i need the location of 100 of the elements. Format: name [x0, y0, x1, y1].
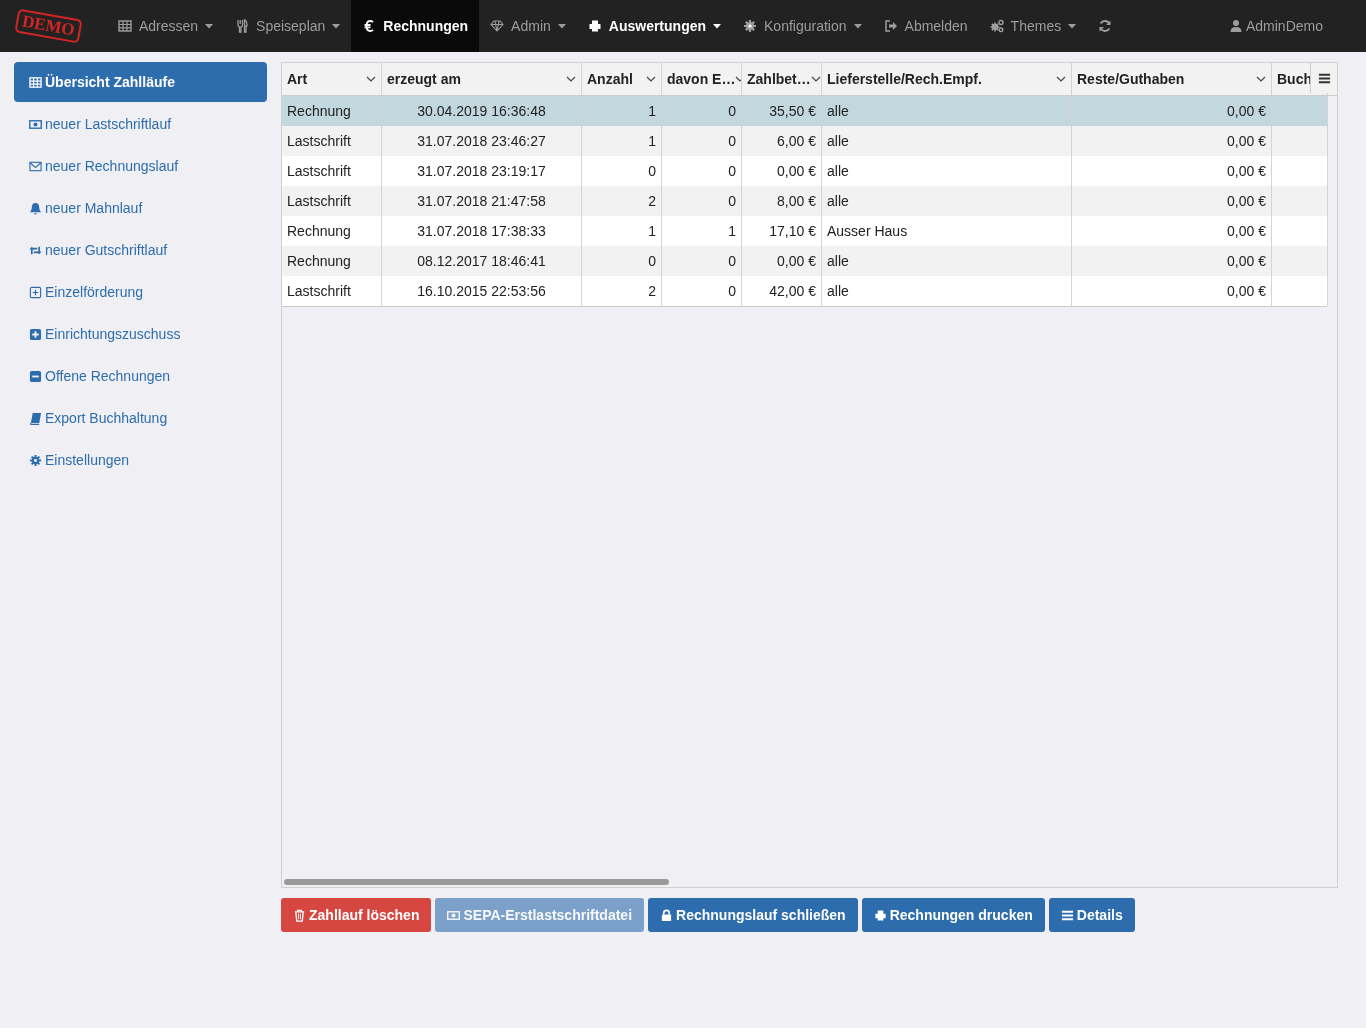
gears-icon: [989, 19, 1004, 33]
table-cell: 0,00 €: [777, 163, 816, 179]
demo-logo: DEMO: [14, 8, 83, 44]
table-row[interactable]: Lastschrift 31.07.2018 23:19:17 0 0 0,00 € alle 0,00 €: [282, 156, 1327, 186]
nav-menu-item[interactable]: Admin: [479, 0, 577, 52]
nav-menu-item[interactable]: Rechnungen: [351, 0, 480, 52]
nav-menu-item[interactable]: Adressen: [106, 0, 225, 52]
chevron-down-icon: [810, 76, 821, 82]
column-header[interactable]: Lieferstelle/Rech.Empf.: [822, 63, 1072, 95]
table-cell: 0: [728, 253, 736, 269]
table-cell: 2: [648, 193, 656, 209]
table-cell: 08.12.2017 18:46:41: [417, 253, 546, 269]
chevron-down-icon: [646, 76, 656, 82]
table-cell: 1: [648, 103, 656, 119]
table-cell: 17,10 €: [769, 223, 816, 239]
table-cell: 0: [728, 103, 736, 119]
table-cell: alle: [827, 283, 849, 299]
table-cell: 0: [648, 253, 656, 269]
table-cell: Rechnung: [287, 253, 351, 269]
table-cell: 31.07.2018 17:38:33: [417, 223, 546, 239]
table-cell: 0,00 €: [1227, 253, 1266, 269]
bell-icon: [29, 201, 42, 215]
sidebar-item[interactable]: Offene Rechnungen: [14, 356, 267, 396]
diamond-icon: [490, 19, 505, 33]
table-cell: 0,00 €: [1227, 103, 1266, 119]
nav-menu-item[interactable]: Abmelden: [872, 0, 979, 52]
nav-menu-item[interactable]: Themes: [978, 0, 1088, 52]
sidebar-item[interactable]: neuer Gutschriftlauf: [14, 230, 267, 270]
horizontal-scrollbar[interactable]: [284, 879, 669, 885]
table-cell: Rechnung: [287, 223, 351, 239]
nav-menu-item[interactable]: Konfiguration: [732, 0, 873, 52]
menu-icon: [1060, 908, 1074, 922]
table-cell: 16.10.2015 22:53:56: [417, 283, 546, 299]
column-header[interactable]: Art: [282, 63, 382, 95]
settings-icon: [743, 19, 758, 33]
banknote-icon: [29, 117, 42, 131]
plus-square-icon: [29, 327, 42, 341]
nav-menu-item[interactable]: AdminDemo: [1217, 0, 1334, 52]
minus-square-icon: [29, 369, 42, 383]
sidebar-item[interactable]: Einrichtungszuschuss: [14, 314, 267, 354]
table-cell: alle: [827, 253, 849, 269]
sidebar-item[interactable]: Einstellungen: [14, 440, 267, 480]
nav-menu-item[interactable]: Speiseplan: [224, 0, 352, 52]
table-cell: 31.07.2018 23:19:17: [417, 163, 546, 179]
sidebar-item[interactable]: Export Buchhaltung: [14, 398, 267, 438]
table-cell: Ausser Haus: [827, 223, 908, 239]
table-cell: 2: [648, 283, 656, 299]
table-cell: 0: [728, 193, 736, 209]
refresh-icon: [1098, 19, 1113, 33]
action-button[interactable]: Zahllauf löschen: [281, 898, 432, 932]
table-cell: Lastschrift: [287, 283, 351, 299]
column-header[interactable]: davon E…: [662, 63, 742, 95]
table-cell: 0,00 €: [1227, 163, 1266, 179]
table-cell: 31.07.2018 23:46:27: [417, 133, 546, 149]
plus-square-icon: [29, 285, 42, 299]
table-icon: [117, 19, 132, 33]
logout-icon: [883, 19, 898, 33]
table-cell: 0,00 €: [1227, 283, 1266, 299]
table-cell: 1: [648, 133, 656, 149]
table-cell: 1: [728, 223, 736, 239]
action-button[interactable]: Rechnungen drucken: [861, 898, 1045, 932]
table-cell: 0: [728, 133, 736, 149]
lock-icon: [660, 908, 674, 922]
chevron-down-icon: [566, 76, 576, 82]
trash-icon: [293, 908, 306, 922]
table-cell: Rechnung: [287, 103, 351, 119]
table-cell: Lastschrift: [287, 163, 351, 179]
menu-icon: [1317, 71, 1331, 85]
table-cell: alle: [827, 133, 849, 149]
banknote-icon: [447, 908, 461, 922]
sidebar-item[interactable]: Übersicht Zahlläufe: [14, 62, 267, 102]
table-row[interactable]: Lastschrift 16.10.2015 22:53:56 2 0 42,00 € alle 0,00 €: [282, 276, 1327, 306]
column-header[interactable]: erzeugt am: [382, 63, 582, 95]
column-header[interactable]: Anzahl: [582, 63, 662, 95]
chevron-down-icon: [366, 76, 376, 82]
action-button[interactable]: Details: [1048, 898, 1135, 932]
user-icon: [1228, 19, 1243, 33]
column-header[interactable]: Reste/Guthaben: [1072, 63, 1272, 95]
action-button[interactable]: Rechnungslauf schließen: [648, 898, 858, 932]
envelope-icon: [29, 159, 42, 173]
sidebar-item[interactable]: neuer Mahnlauf: [14, 188, 267, 228]
table-cell: Lastschrift: [287, 133, 351, 149]
sidebar-item[interactable]: Einzelförderung: [14, 272, 267, 312]
table-cell: 42,00 €: [769, 283, 816, 299]
column-header[interactable]: Zahlbet…: [742, 63, 822, 95]
nav-menu-item[interactable]: Auswertungen: [576, 0, 733, 52]
table-cell: alle: [827, 193, 849, 209]
sidebar-item[interactable]: neuer Rechnungslauf: [14, 146, 267, 186]
table-row[interactable]: Rechnung 30.04.2019 16:36:48 1 0 35,50 € alle 0,00 €: [282, 96, 1327, 126]
table-icon: [29, 75, 42, 89]
table-cell: 0: [728, 163, 736, 179]
table-cell: alle: [827, 103, 849, 119]
table-cell: 35,50 €: [769, 103, 816, 119]
table-cell: 1: [648, 223, 656, 239]
chevron-down-icon: [1256, 76, 1266, 82]
sidebar-item[interactable]: neuer Lastschriftlauf: [14, 104, 267, 144]
table-cell: alle: [827, 163, 849, 179]
table-cell: 0,00 €: [777, 253, 816, 269]
table-row[interactable]: Rechnung 31.07.2018 17:38:33 1 1 17,10 € Ausser Haus 0,00 €: [282, 216, 1327, 246]
table-cell: 0,00 €: [1227, 193, 1266, 209]
